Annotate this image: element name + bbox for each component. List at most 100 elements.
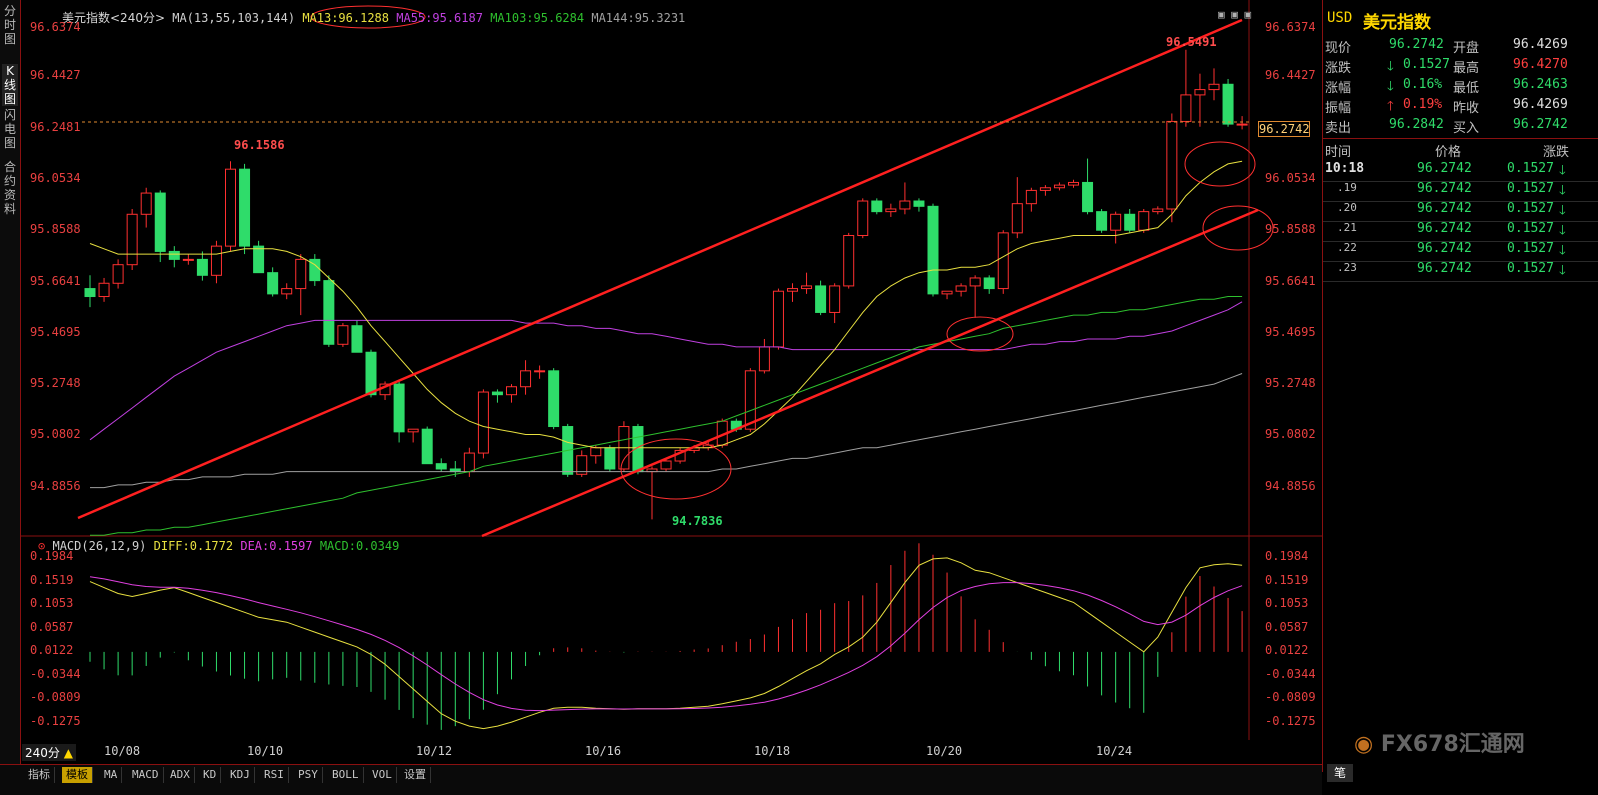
ma55-line [90,296,1243,536]
candlestick-series [84,49,1248,520]
candle-body [253,245,265,274]
left-high-price-label: 96.1586 [234,138,285,152]
candle-body [196,258,208,276]
tick-row: .23 96.2742 0.1527 🡓 [1323,261,1598,282]
price-tick: 96.2481 [30,120,81,134]
macd-tick: -0.0344 [30,667,81,681]
tab-macd[interactable]: MACD [128,767,164,783]
candle-body [1053,184,1065,189]
tab-adx[interactable]: ADX [166,767,195,783]
candle-body [520,370,532,388]
tab-kline[interactable]: K线图 [2,64,18,106]
candle-body [463,452,475,473]
tab-contract-info[interactable]: 合约资料 [2,160,18,216]
tick-row: 10:18 96.2742 0.1527 🡓 [1323,161,1598,182]
ma103-line [89,301,1243,441]
candle-body [758,346,770,372]
tab-boll[interactable]: BOLL [328,767,364,783]
price-tick: 95.2748 [1265,376,1316,390]
candle-body [604,447,616,470]
tab-vol[interactable]: VOL [368,767,397,783]
date-tick: 10/08 [104,744,141,758]
macd-tick: 0.0122 [30,643,74,657]
ma13-line [89,160,1243,449]
macd-tick: 0.1519 [1265,573,1309,587]
candle-body [955,285,967,292]
candle-body [421,428,433,465]
macd-tick: -0.0809 [1265,690,1316,704]
tab-flash-chart[interactable]: 闪电图 [2,108,18,150]
ma103-value: MA103:95.6284 [490,11,585,25]
macd-lines [89,557,1243,730]
candle-body [182,258,194,261]
candle-body [913,200,925,207]
macd-tick: -0.1275 [1265,714,1316,728]
ma13-value: MA13:96.1288 [302,11,390,25]
tab-templates[interactable]: 模板 [62,767,93,783]
candle-body [98,282,110,298]
tab-psy[interactable]: PSY [294,767,323,783]
up-arrow-icon: 🡑 [1387,99,1394,114]
price-tick: 95.6641 [30,274,81,288]
quote-row: 涨跌 🡓 0.1527 最高 96.4270 [1323,57,1598,77]
candle-body [126,213,138,266]
candle-body [140,192,152,215]
down-arrow-icon: 🡓 [1387,59,1394,74]
down-arrow-icon: 🡓 [1559,223,1566,238]
candle-body [969,277,981,287]
candle-body [590,447,602,457]
tab-timeshare[interactable]: 分时图 [2,4,18,46]
tab-kdj[interactable]: KDJ [226,767,255,783]
main-legend: 美元指数<240分> MA(13,55,103,144) MA13:96.128… [62,9,685,26]
tab-settings[interactable]: 设置 [400,767,431,783]
candle-body [267,272,279,295]
candle-body [1068,181,1079,186]
candle-body [168,250,180,260]
tab-indicators[interactable]: 指标 [24,767,55,783]
tab-ma[interactable]: MA [100,767,123,783]
ma-params: MA(13,55,103,144) [172,11,296,25]
candle-body [506,386,517,396]
diff-line [89,557,1243,730]
down-arrow-icon: 🡓 [1559,263,1566,278]
candle-body [337,325,349,345]
candle-body [1208,83,1220,91]
price-tick: 94.8856 [1265,479,1316,493]
tick-row: .19 96.2742 0.1527 🡓 [1323,181,1598,202]
diff-value: DIFF:0.1772 [153,539,234,553]
caret-up-icon: ▲ [63,746,73,760]
candle-body [239,168,251,247]
candle-body [1025,189,1037,205]
moving-average-lines [89,160,1243,536]
tab-rsi[interactable]: RSI [260,767,289,783]
candle-body [365,351,377,396]
candle-body [210,245,222,276]
quote-symbol: USD [1327,10,1353,26]
down-arrow-icon: 🡓 [1559,203,1566,218]
quote-header: USD 美元指数 [1323,10,1598,34]
price-tick: 96.6374 [30,20,81,34]
ticks-header: 时间 价格 涨跌 [1325,145,1570,160]
window-controls[interactable]: ▣ ▣ ▣ [1218,8,1251,21]
down-arrow-icon: 🡓 [1559,243,1566,258]
candle-body [899,200,911,210]
candle-body [1096,211,1108,231]
date-tick: 10/18 [754,744,791,758]
candle-body [857,200,869,237]
period-selector[interactable]: 240分 ▲ [22,744,76,761]
down-arrow-icon: 🡓 [1387,79,1394,94]
tick-row: .21 96.2742 0.1527 🡓 [1323,221,1598,242]
tab-kd[interactable]: KD [199,767,222,783]
price-tick: 95.2748 [30,376,81,390]
macd-tick: 0.0587 [30,620,74,634]
candle-body [843,235,855,287]
candle-body [744,370,756,430]
chart-canvas[interactable] [20,0,1322,764]
macd-tick: -0.0809 [30,690,81,704]
candle-body [548,370,560,428]
candle-body [1222,83,1234,125]
candle-body [871,200,883,213]
tab-tick-detail[interactable]: 笔 [1327,764,1353,782]
candle-body [393,383,405,433]
quote-row: 卖出 96.2842 买入 96.2742 [1325,117,1568,136]
